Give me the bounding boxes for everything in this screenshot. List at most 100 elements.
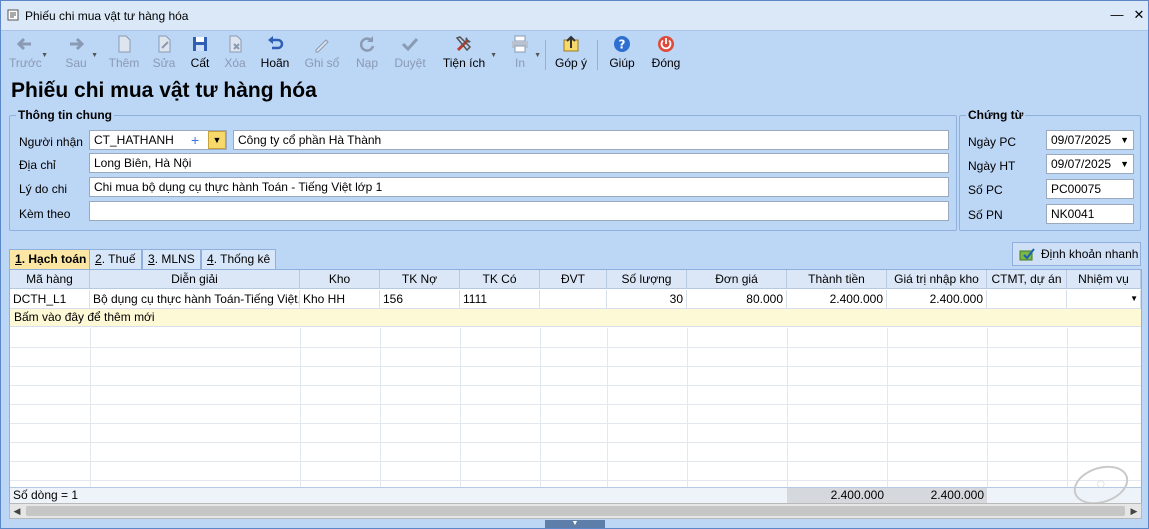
col-header-don-gia[interactable]: Đơn giá bbox=[687, 270, 787, 289]
grid-line bbox=[987, 328, 988, 487]
chevron-down-icon[interactable]: ▼ bbox=[490, 52, 497, 59]
so-pc-field[interactable]: PC00075 bbox=[1046, 179, 1134, 199]
col-header-tk-co[interactable]: TK Có bbox=[460, 270, 540, 289]
nhiem-vu-combo[interactable]: ▼ bbox=[1067, 290, 1141, 309]
grid-line bbox=[10, 423, 1141, 424]
col-header-dien-giai[interactable]: Diễn giải bbox=[90, 270, 300, 289]
add-recipient-icon[interactable]: + bbox=[191, 131, 199, 149]
reason-label: Lý do chi bbox=[19, 182, 68, 196]
so-pn-field[interactable]: NK0041 bbox=[1046, 204, 1134, 224]
undo-icon bbox=[268, 36, 284, 50]
tab-thue[interactable]: 2. Thuế bbox=[89, 249, 142, 269]
col-header-ctmt[interactable]: CTMT, dự án bbox=[987, 270, 1067, 289]
close-button[interactable]: Đóng bbox=[649, 34, 683, 72]
recipient-name-field[interactable]: Công ty cổ phần Hà Thành bbox=[233, 130, 949, 150]
approve-button[interactable]: Duyệt bbox=[392, 34, 428, 72]
add-new-row[interactable]: Bấm vào đây để thêm mới bbox=[10, 309, 1141, 327]
col-header-so-luong[interactable]: Số lượng bbox=[607, 270, 687, 289]
grid-footer: Số dòng = 1 2.400.000 2.400.000 bbox=[10, 487, 1141, 503]
add-button[interactable]: Thêm bbox=[107, 34, 141, 72]
chevron-down-icon[interactable]: ▼ bbox=[41, 52, 48, 59]
so-pc-label: Số PC bbox=[968, 183, 1003, 197]
chevron-down-icon[interactable]: ▼ bbox=[1130, 290, 1138, 308]
table-row-cell[interactable]: 2.400.000 bbox=[787, 290, 887, 309]
recipient-label: Người nhận bbox=[19, 135, 83, 149]
grid-line bbox=[540, 328, 541, 487]
attach-field[interactable] bbox=[89, 201, 949, 221]
close-window-icon[interactable]: ✕ bbox=[1131, 7, 1147, 23]
chevron-down-icon[interactable]: ▼ bbox=[1120, 131, 1129, 149]
edit-button[interactable]: Sửa bbox=[149, 34, 179, 72]
table-row-cell[interactable]: 80.000 bbox=[687, 290, 787, 309]
grid-line bbox=[380, 328, 381, 487]
undo-button[interactable]: Hoãn bbox=[258, 34, 292, 72]
tab-mlns[interactable]: 3. MLNS bbox=[142, 249, 201, 269]
date-pc-label: Ngày PC bbox=[968, 135, 1017, 149]
help-button[interactable]: ? Giúp bbox=[607, 34, 637, 72]
col-header-dvt[interactable]: ĐVT bbox=[540, 270, 607, 289]
address-label: Địa chỉ bbox=[19, 158, 56, 172]
toolbar: Trước ▼ Sau ▼ Thêm Sửa Cất Xóa Hoãn Ghi … bbox=[1, 32, 1148, 74]
load-button[interactable]: Nạp bbox=[353, 34, 381, 72]
horizontal-scrollbar[interactable]: ◀ ▶ bbox=[9, 503, 1142, 519]
col-header-thanh-tien[interactable]: Thành tiền bbox=[787, 270, 887, 289]
table-row-cell[interactable]: 2.400.000 bbox=[887, 290, 987, 309]
delete-button[interactable]: Xóa bbox=[221, 34, 249, 72]
tab-thong-ke[interactable]: 4. Thống kê bbox=[201, 249, 277, 269]
date-ht-value: 09/07/2025 bbox=[1051, 157, 1112, 171]
table-row-cell[interactable]: Bộ dụng cụ thực hành Toán-Tiếng Việt... bbox=[90, 290, 300, 309]
quick-entry-icon bbox=[1019, 248, 1035, 261]
table-row-cell[interactable]: 156 bbox=[380, 290, 460, 309]
col-header-nhiem-vu[interactable]: Nhiệm vụ bbox=[1067, 270, 1141, 289]
splitter-handle[interactable]: ▼ bbox=[545, 520, 605, 528]
col-header-ma-hang[interactable]: Mã hàng bbox=[10, 270, 90, 289]
recipient-name-value: Công ty cổ phần Hà Thành bbox=[238, 133, 382, 147]
table-row-cell[interactable]: Kho HH bbox=[300, 290, 380, 309]
print-button[interactable]: In ▼ bbox=[509, 34, 541, 72]
refresh-icon bbox=[359, 36, 375, 52]
prev-button[interactable]: Trước ▼ bbox=[9, 34, 48, 72]
col-header-kho[interactable]: Kho bbox=[300, 270, 380, 289]
tab-hach-toan[interactable]: 1. Hạch toán bbox=[9, 249, 93, 270]
date-pc-picker[interactable]: 09/07/2025 ▼ bbox=[1046, 130, 1134, 150]
scrollbar-thumb[interactable] bbox=[26, 506, 1125, 516]
quick-entry-button[interactable]: Định khoản nhanh bbox=[1012, 242, 1141, 266]
tab-number: 2 bbox=[95, 252, 102, 266]
table-row-cell[interactable]: 30 bbox=[607, 290, 687, 309]
table-row-cell[interactable]: 1111 bbox=[460, 290, 540, 309]
chevron-down-icon[interactable]: ▼ bbox=[534, 52, 541, 59]
grid-line bbox=[10, 461, 1141, 462]
date-ht-picker[interactable]: 09/07/2025 ▼ bbox=[1046, 154, 1134, 174]
save-button[interactable]: Cất bbox=[187, 34, 213, 72]
upload-icon bbox=[563, 35, 579, 52]
col-header-gia-tri-nhap-kho[interactable]: Giá trị nhập kho bbox=[887, 270, 987, 289]
table-row-cell[interactable] bbox=[540, 290, 607, 309]
feedback-button[interactable]: Góp ý bbox=[553, 34, 589, 72]
recipient-dropdown-button[interactable]: ▼ bbox=[208, 131, 226, 149]
print-label: In bbox=[514, 56, 525, 70]
table-row-cell[interactable]: DCTH_L1 bbox=[10, 290, 90, 309]
close-label: Đóng bbox=[651, 56, 681, 70]
date-ht-label: Ngày HT bbox=[968, 159, 1016, 173]
chevron-down-icon[interactable]: ▼ bbox=[91, 52, 98, 59]
quick-entry-label: Định khoản nhanh bbox=[1041, 247, 1139, 261]
power-icon bbox=[658, 36, 674, 52]
load-label: Nạp bbox=[355, 56, 378, 70]
address-field[interactable]: Long Biên, Hà Nội bbox=[89, 153, 949, 173]
scroll-left-icon[interactable]: ◀ bbox=[10, 504, 24, 518]
next-button[interactable]: Sau ▼ bbox=[61, 34, 98, 72]
col-header-tk-no[interactable]: TK Nợ bbox=[380, 270, 460, 289]
app-window: Phiếu chi mua vật tư hàng hóa — ✕ Trước … bbox=[0, 0, 1149, 529]
minimize-icon[interactable]: — bbox=[1109, 7, 1125, 23]
utilities-button[interactable]: Tiện ích ▼ bbox=[441, 34, 497, 72]
delete-document-icon bbox=[229, 35, 242, 53]
grid-line bbox=[10, 404, 1141, 405]
scroll-right-icon[interactable]: ▶ bbox=[1127, 504, 1141, 518]
grid-line bbox=[10, 442, 1141, 443]
post-button[interactable]: Ghi sổ bbox=[303, 34, 341, 72]
chevron-down-icon[interactable]: ▼ bbox=[1120, 155, 1129, 173]
recipient-code-combo[interactable]: CT_HATHANH bbox=[89, 130, 227, 150]
reason-field[interactable]: Chi mua bộ dụng cụ thực hành Toán - Tiến… bbox=[89, 177, 949, 197]
grid-line bbox=[607, 328, 608, 487]
table-row-cell[interactable] bbox=[987, 290, 1067, 309]
